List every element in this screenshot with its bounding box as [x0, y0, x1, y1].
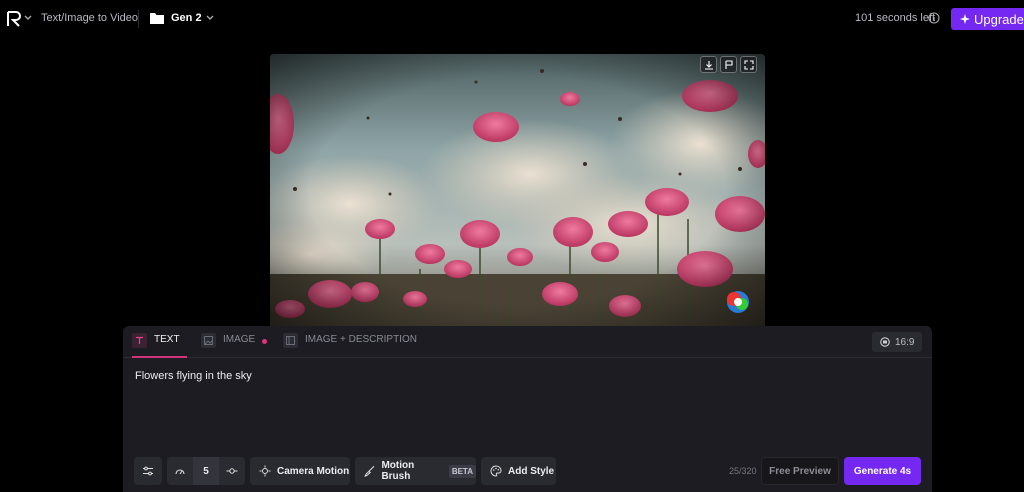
- seconds-left: 101 seconds left: [855, 12, 936, 24]
- tab-image-description[interactable]: IMAGE + DESCRIPTION: [283, 333, 417, 358]
- upgrade-button[interactable]: Upgrade: [951, 8, 1024, 30]
- tab-text-label: TEXT: [154, 334, 180, 345]
- new-indicator-dot: [262, 339, 268, 344]
- brush-icon: [364, 465, 375, 477]
- aspect-ratio-label: 16:9: [895, 336, 915, 348]
- aspect-ratio-icon: [880, 337, 890, 347]
- chevron-down-icon[interactable]: [205, 13, 215, 23]
- breadcrumb-divider: [138, 10, 139, 28]
- video-controls: [700, 56, 757, 73]
- camera-motion-icon: [259, 465, 271, 477]
- add-style-button[interactable]: Add Style: [481, 457, 556, 485]
- settings-sliders-icon: [143, 466, 153, 476]
- tab-text[interactable]: TEXT: [132, 333, 187, 358]
- free-preview-button[interactable]: Free Preview: [761, 457, 839, 485]
- beta-badge: BETA: [448, 464, 476, 478]
- text-icon: [132, 333, 147, 348]
- generation-panel: TEXT IMAGE IMAGE + DESCRIPTION 16:9 Flow…: [123, 326, 932, 492]
- download-icon: [704, 60, 713, 70]
- image-description-icon: [283, 333, 298, 348]
- project-name[interactable]: Gen 2: [171, 12, 202, 24]
- motion-value[interactable]: 5: [193, 457, 219, 485]
- aspect-ratio-button[interactable]: 16:9: [872, 332, 922, 352]
- mode-tabs: TEXT IMAGE IMAGE + DESCRIPTION 16:9: [123, 326, 932, 358]
- fullscreen-icon: [743, 59, 754, 70]
- video-frame: [270, 54, 765, 326]
- app-breadcrumb[interactable]: Text/Image to Video: [41, 12, 138, 24]
- character-counter: 25/320: [729, 466, 757, 476]
- generate-label: Generate 4s: [853, 465, 912, 477]
- tab-image-description-label: IMAGE + DESCRIPTION: [305, 334, 417, 345]
- camera-motion-button[interactable]: Camera Motion: [250, 457, 350, 485]
- free-preview-label: Free Preview: [769, 465, 831, 477]
- image-icon: [201, 333, 216, 348]
- motion-brush-button[interactable]: Motion Brush BETA: [355, 457, 476, 485]
- watermark-logo: [727, 291, 749, 313]
- tab-image-label: IMAGE: [223, 334, 256, 345]
- video-preview[interactable]: [270, 54, 765, 326]
- speed-icon: [167, 465, 193, 477]
- flag-icon: [724, 59, 733, 69]
- add-style-label: Add Style: [508, 465, 555, 477]
- folder-icon: [150, 13, 164, 24]
- runway-logo-icon[interactable]: [7, 11, 21, 27]
- chevron-down-icon[interactable]: [23, 13, 33, 23]
- prompt-input[interactable]: Flowers flying in the sky: [135, 370, 252, 382]
- generate-button[interactable]: Generate 4s: [844, 457, 921, 485]
- motion-stepper[interactable]: 5: [167, 457, 245, 485]
- motion-brush-label: Motion Brush: [381, 460, 415, 482]
- tab-image[interactable]: IMAGE: [201, 333, 268, 358]
- camera-motion-label: Camera Motion: [277, 465, 350, 477]
- flag-button[interactable]: [720, 56, 737, 73]
- top-bar: Text/Image to Video Gen 2 101 seconds le…: [0, 0, 1024, 38]
- info-icon[interactable]: [928, 12, 940, 24]
- settings-button[interactable]: [134, 457, 162, 485]
- download-button[interactable]: [700, 56, 717, 73]
- upgrade-label: Upgrade: [974, 11, 1024, 27]
- motion-knob-icon[interactable]: [219, 465, 245, 477]
- sparkle-icon: [960, 14, 970, 24]
- generation-toolbar: 5 Camera Motion Motion Brush BETA Add St…: [123, 457, 932, 485]
- fullscreen-button[interactable]: [740, 56, 757, 73]
- palette-icon: [490, 465, 502, 477]
